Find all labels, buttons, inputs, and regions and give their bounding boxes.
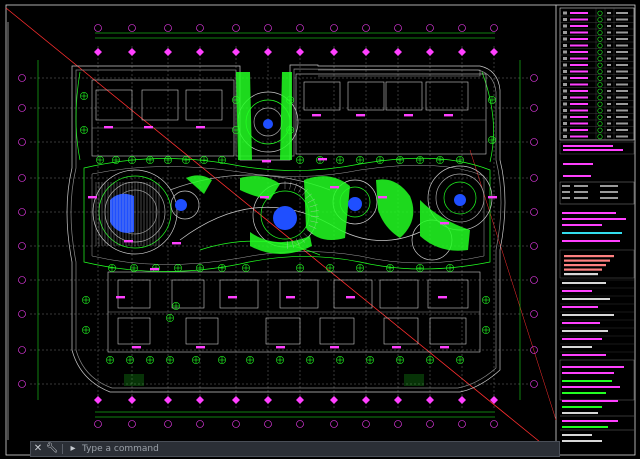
wrench-icon[interactable]: 🔧︎ [45,442,59,456]
legend-table [559,7,635,141]
cad-model-viewport[interactable]: ✕ 🔧︎ ▸ [0,0,640,459]
command-separator [62,444,63,454]
site-plan-drawing[interactable] [0,0,640,459]
building-south [107,271,481,353]
command-input[interactable] [80,443,559,455]
building-north-west [91,79,235,157]
command-prompt-icon[interactable]: ▸ [66,442,80,456]
building-north-east [295,69,487,155]
title-block [559,141,635,442]
close-icon[interactable]: ✕ [31,442,45,456]
command-line-bar: ✕ 🔧︎ ▸ [30,441,560,457]
